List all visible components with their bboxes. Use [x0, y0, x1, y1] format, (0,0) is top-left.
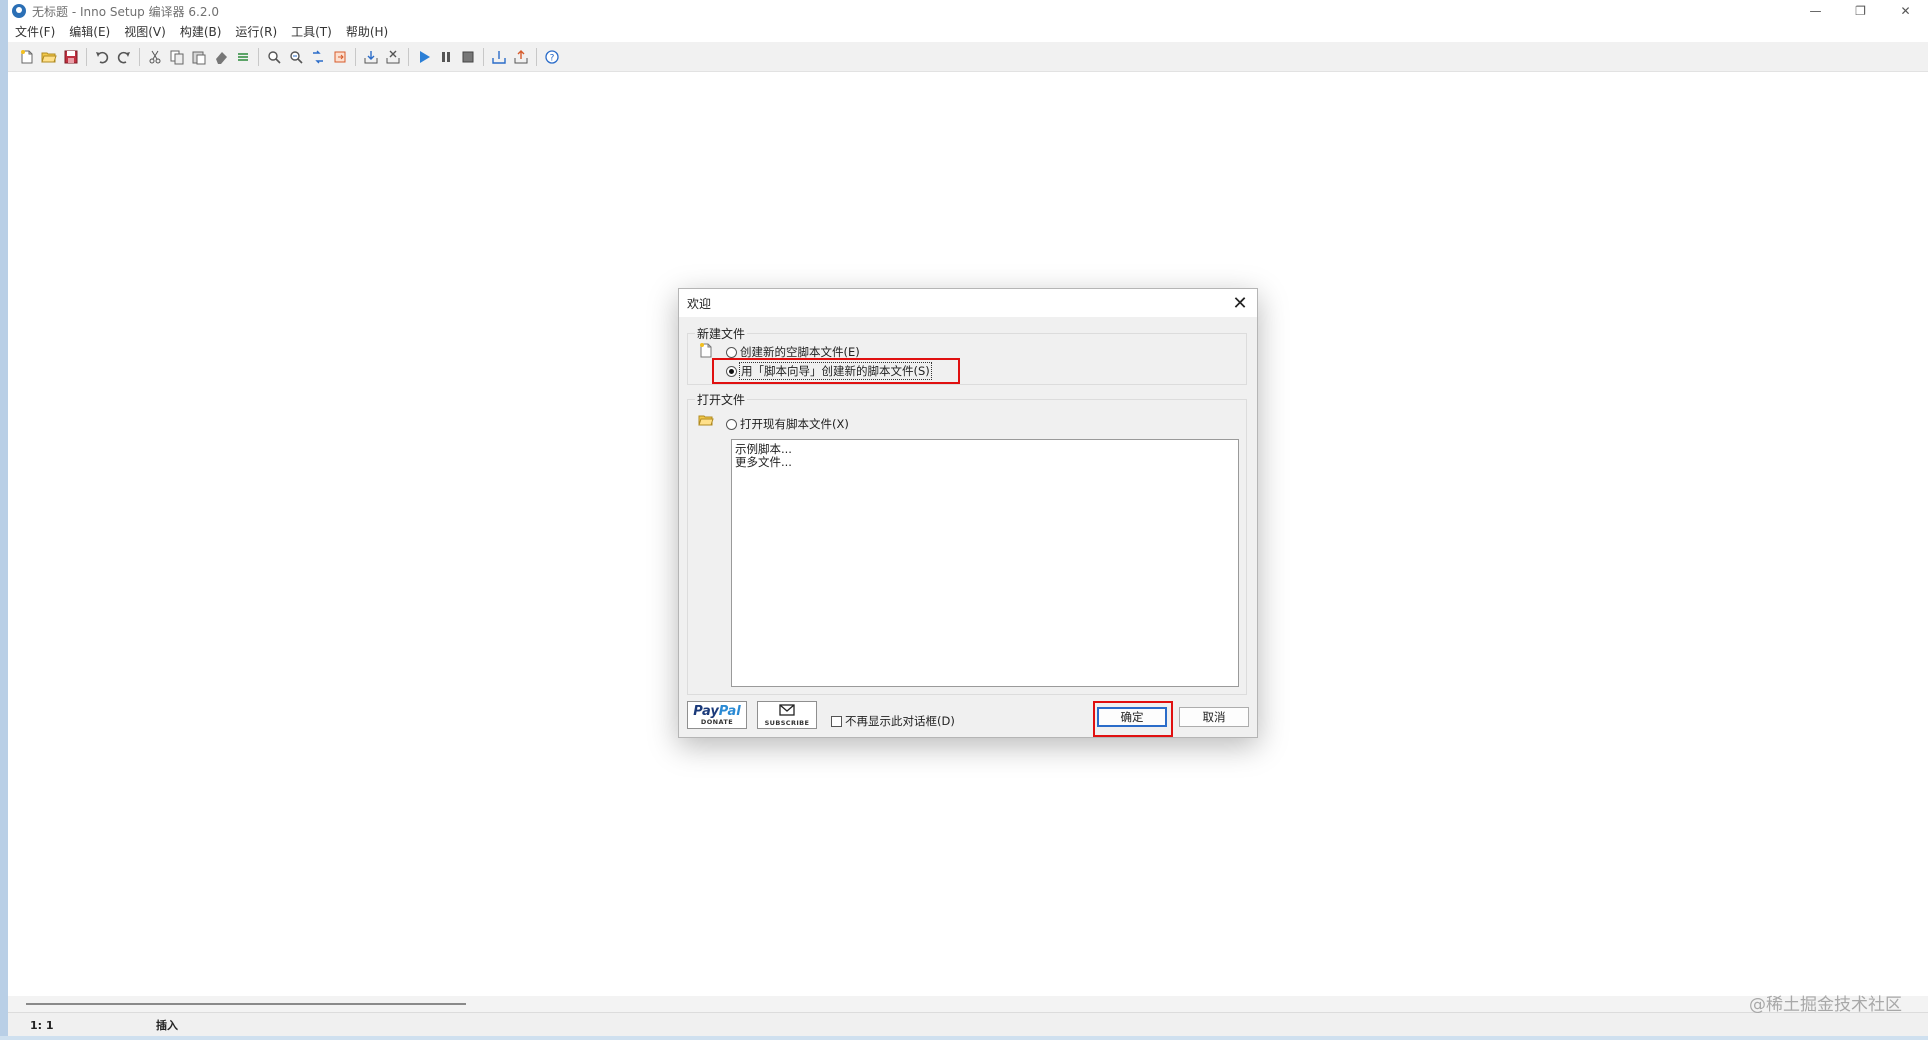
- goto-icon[interactable]: [329, 46, 351, 68]
- run-icon[interactable]: [413, 46, 435, 68]
- menu-bar: 文件(F) 编辑(E) 视图(V) 构建(B) 运行(R) 工具(T) 帮助(H…: [8, 22, 1928, 42]
- pause-icon[interactable]: [435, 46, 457, 68]
- paypal-donate-button[interactable]: PayPal DONATE: [687, 701, 747, 729]
- radio-open-script-button[interactable]: [726, 418, 737, 430]
- dont-show-again-checkbox[interactable]: 不再显示此对话框(D): [831, 713, 955, 729]
- subscribe-button[interactable]: SUBSCRIBE: [757, 701, 817, 729]
- paste-icon[interactable]: [188, 46, 210, 68]
- radio-empty-script-button[interactable]: [726, 346, 737, 358]
- stop-compile-icon[interactable]: [382, 46, 404, 68]
- radio-open-script[interactable]: 打开现有脚本文件(X): [726, 416, 849, 432]
- toolbar: ?: [8, 42, 1928, 72]
- cut-icon[interactable]: [144, 46, 166, 68]
- toolbar-separator: [258, 47, 259, 66]
- title-bar: 无标题 - Inno Setup 编译器 6.2.0 — ❐ ✕: [8, 0, 1928, 22]
- menu-tools[interactable]: 工具(T): [284, 22, 339, 42]
- horizontal-scrollbar[interactable]: [8, 996, 1928, 1012]
- export-icon[interactable]: [510, 46, 532, 68]
- paypal-logo: PayPal: [693, 703, 741, 719]
- open-file-group-label: 打开文件: [695, 391, 748, 408]
- select-all-icon[interactable]: [232, 46, 254, 68]
- ok-button-highlight: [1093, 701, 1173, 737]
- dialog-close-button[interactable]: ✕: [1229, 292, 1251, 314]
- recent-files-list[interactable]: 示例脚本... 更多文件...: [731, 439, 1239, 687]
- inno-setup-app-icon: [12, 4, 26, 18]
- new-file-icon: [699, 342, 713, 361]
- open-file-icon[interactable]: [38, 46, 60, 68]
- redo-icon[interactable]: [113, 46, 135, 68]
- menu-build[interactable]: 构建(B): [173, 22, 229, 42]
- svg-text:?: ?: [550, 53, 555, 63]
- list-item-more-files[interactable]: 更多文件...: [732, 456, 1238, 469]
- new-file-group-label: 新建文件: [695, 325, 748, 342]
- toolbar-separator: [139, 47, 140, 66]
- open-folder-icon: [698, 413, 714, 430]
- new-file-icon[interactable]: [16, 46, 38, 68]
- window-bottom-edge: [0, 1036, 1928, 1040]
- save-icon[interactable]: [60, 46, 82, 68]
- wizard-option-highlight: [712, 358, 960, 384]
- help-icon[interactable]: ?: [541, 46, 563, 68]
- dont-show-again-box[interactable]: [831, 715, 842, 727]
- dialog-title: 欢迎: [687, 296, 712, 311]
- menu-file[interactable]: 文件(F): [8, 22, 62, 42]
- stop-icon[interactable]: [457, 46, 479, 68]
- undo-icon[interactable]: [91, 46, 113, 68]
- toolbar-separator: [536, 47, 537, 66]
- menu-edit[interactable]: 编辑(E): [62, 22, 117, 42]
- radio-open-script-label: 打开现有脚本文件(X): [740, 417, 849, 431]
- minimize-button[interactable]: —: [1793, 0, 1838, 22]
- menu-run[interactable]: 运行(R): [228, 22, 284, 42]
- list-item-examples[interactable]: 示例脚本...: [732, 443, 1238, 456]
- menu-view[interactable]: 视图(V): [117, 22, 173, 42]
- window-title: 无标题 - Inno Setup 编译器 6.2.0: [32, 4, 219, 19]
- welcome-dialog: 欢迎 ✕ 新建文件 创建新的空脚本文件(E) 用「脚本向导」创建新的脚本文件(S…: [678, 288, 1258, 738]
- copy-icon[interactable]: [166, 46, 188, 68]
- replace-icon[interactable]: [307, 46, 329, 68]
- envelope-icon: [779, 703, 795, 719]
- donate-caption: DONATE: [700, 717, 734, 726]
- subscribe-caption: SUBSCRIBE: [764, 718, 810, 727]
- dont-show-again-label: 不再显示此对话框(D): [845, 714, 955, 728]
- window-left-edge: [0, 0, 8, 1040]
- insert-mode: 插入: [156, 1019, 178, 1032]
- dialog-title-bar: 欢迎 ✕: [679, 289, 1257, 317]
- toolbar-separator: [408, 47, 409, 66]
- toolbar-separator: [483, 47, 484, 66]
- watermark: @稀土掘金技术社区: [1749, 995, 1902, 1015]
- toolbar-separator: [355, 47, 356, 66]
- menu-help[interactable]: 帮助(H): [339, 22, 395, 42]
- window-controls: — ❐ ✕: [1793, 0, 1928, 22]
- scrollbar-thumb[interactable]: [26, 1003, 466, 1005]
- clear-icon[interactable]: [210, 46, 232, 68]
- find-next-icon[interactable]: [285, 46, 307, 68]
- cursor-position: 1: 1: [30, 1018, 54, 1032]
- target-icon[interactable]: [488, 46, 510, 68]
- compile-icon[interactable]: [360, 46, 382, 68]
- status-bar: 1: 1 插入: [8, 1012, 1928, 1037]
- cancel-button[interactable]: 取消: [1179, 707, 1249, 727]
- close-button[interactable]: ✕: [1883, 0, 1928, 22]
- find-icon[interactable]: [263, 46, 285, 68]
- toolbar-separator: [86, 47, 87, 66]
- restore-button[interactable]: ❐: [1838, 0, 1883, 22]
